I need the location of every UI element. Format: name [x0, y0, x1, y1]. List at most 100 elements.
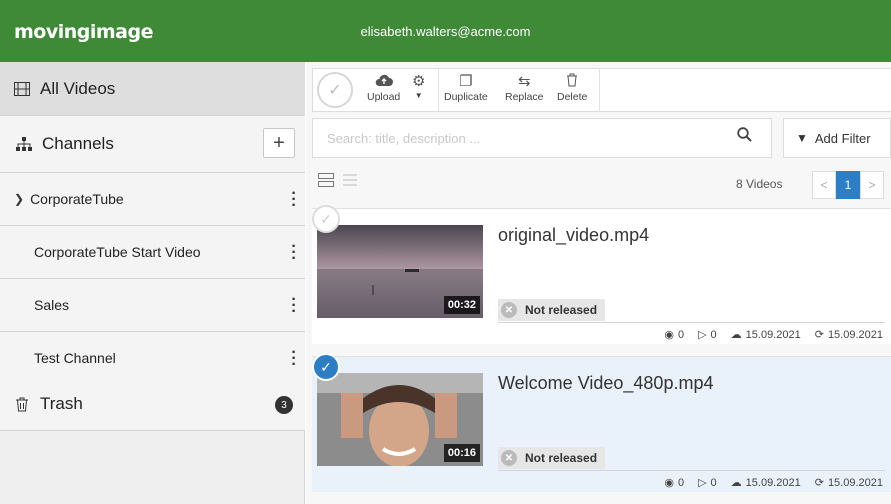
- uploaded-stat: ☁ 15.09.2021: [730, 476, 801, 490]
- upload-button[interactable]: Upload: [367, 73, 400, 103]
- toolbar-divider: [438, 69, 439, 111]
- prev-page-button[interactable]: <: [812, 171, 836, 199]
- list-toolbar: 8 Videos < 1 >: [312, 168, 891, 200]
- delete-label: Delete: [557, 91, 588, 103]
- views-stat: ◉ 0: [664, 328, 685, 342]
- settings-dropdown-button[interactable]: ⚙ ▼: [412, 73, 425, 100]
- video-duration: 00:16: [443, 444, 480, 462]
- status-icon: ✕: [501, 302, 517, 318]
- search-row: ▼ Add Filter: [312, 118, 891, 158]
- add-filter-button[interactable]: ▼ Add Filter: [783, 118, 891, 158]
- sidebar-item-label: CorporateTube Start Video: [34, 244, 201, 260]
- plays-count: 0: [710, 328, 717, 341]
- more-options-icon[interactable]: · · ·: [291, 186, 297, 214]
- video-card[interactable]: ✓ 00:16 Welcome Video_480p.mp4 ✕ Not rel…: [312, 353, 891, 492]
- replace-button[interactable]: ⇆ Replace: [505, 73, 544, 103]
- card-divider: [498, 470, 885, 471]
- modified-stat: ⟳ 15.09.2021: [814, 328, 883, 342]
- caret-down-icon: ▼: [414, 91, 423, 100]
- uploaded-date: 15.09.2021: [745, 328, 801, 341]
- sitemap-icon: [14, 137, 34, 151]
- sidebar-item-label: Test Channel: [34, 350, 116, 366]
- copy-icon: ❐: [459, 73, 473, 90]
- status-badge: ✕ Not released: [498, 447, 606, 469]
- top-bar: movingimage elisabeth.walters@acme.com: [0, 0, 891, 62]
- sidebar-channels-header: Channels +: [0, 116, 305, 173]
- duplicate-label: Duplicate: [444, 91, 488, 103]
- toolbar: ✓ Upload ⚙ ▼ ❐ Duplicate ⇆ Replace Delet…: [312, 68, 891, 112]
- add-channel-button[interactable]: +: [263, 128, 295, 158]
- uploaded-stat: ☁ 15.09.2021: [730, 328, 801, 342]
- chevron-right-icon[interactable]: ❯: [14, 192, 24, 206]
- add-filter-label: Add Filter: [814, 130, 871, 146]
- sidebar: All Videos Channels + ❯ CorporateTube · ·…: [0, 62, 305, 504]
- sidebar-item-corporatetube[interactable]: ❯ CorporateTube · · ·: [0, 173, 305, 226]
- video-thumbnail[interactable]: 00:16: [317, 373, 483, 466]
- pagination: < 1 >: [812, 171, 884, 199]
- video-select-checkbox[interactable]: ✓: [312, 353, 340, 381]
- replace-icon: ⇆: [517, 73, 531, 90]
- cloud-upload-icon: ☁: [730, 477, 742, 489]
- sidebar-item-label: Trash: [40, 394, 83, 413]
- video-count: 8 Videos: [736, 177, 783, 191]
- video-card[interactable]: ✓ 00:32 original_video.mp4 ✕ Not release…: [312, 205, 891, 344]
- more-options-icon[interactable]: · · ·: [291, 292, 297, 320]
- channels-label: Channels: [42, 134, 114, 153]
- list-view-icon[interactable]: [342, 172, 358, 192]
- sidebar-item-corporatetube-start-video[interactable]: CorporateTube Start Video · · ·: [0, 226, 305, 279]
- more-options-icon[interactable]: · · ·: [291, 239, 297, 267]
- replace-label: Replace: [505, 91, 544, 103]
- user-email[interactable]: elisabeth.walters@acme.com: [0, 24, 891, 39]
- video-stats: ◉ 0 ▷ 0 ☁ 15.09.2021 ⟳ 15.09.2021: [664, 476, 883, 490]
- search-input[interactable]: [312, 118, 772, 158]
- page-button[interactable]: 1: [836, 171, 860, 199]
- main-content: ✓ Upload ⚙ ▼ ❐ Duplicate ⇆ Replace Delet…: [306, 62, 891, 504]
- views-count: 0: [677, 328, 685, 341]
- sidebar-item-sales[interactable]: Sales · · ·: [0, 279, 305, 332]
- refresh-icon: ⟳: [814, 477, 824, 489]
- film-icon: [12, 81, 32, 96]
- toolbar-divider: [599, 69, 600, 111]
- sidebar-item-all-videos[interactable]: All Videos: [0, 62, 305, 116]
- trash-icon: [12, 397, 32, 412]
- plays-stat: ▷ 0: [698, 476, 717, 490]
- sidebar-item-trash[interactable]: Trash 3: [0, 378, 305, 431]
- card-divider: [498, 322, 885, 323]
- play-icon: ▷: [698, 477, 707, 489]
- video-duration: 00:32: [443, 296, 480, 314]
- select-all-checkbox[interactable]: ✓: [317, 72, 353, 108]
- play-icon: ▷: [698, 329, 707, 341]
- upload-label: Upload: [367, 91, 401, 103]
- plays-stat: ▷ 0: [698, 328, 717, 342]
- modified-stat: ⟳ 15.09.2021: [814, 476, 883, 490]
- delete-button[interactable]: Delete: [557, 73, 587, 103]
- sidebar-item-label: CorporateTube: [30, 191, 124, 207]
- refresh-icon: ⟳: [814, 329, 824, 341]
- plays-count: 0: [710, 476, 717, 489]
- filter-icon: ▼: [796, 131, 808, 145]
- video-title[interactable]: original_video.mp4: [498, 225, 649, 246]
- duplicate-button[interactable]: ❐ Duplicate: [444, 73, 488, 103]
- views-count: 0: [677, 476, 685, 489]
- eye-icon: ◉: [664, 329, 674, 341]
- eye-icon: ◉: [664, 477, 674, 489]
- cloud-upload-icon: ☁: [730, 329, 742, 341]
- video-stats: ◉ 0 ▷ 0 ☁ 15.09.2021 ⟳ 15.09.2021: [664, 328, 883, 342]
- next-page-button[interactable]: >: [860, 171, 884, 199]
- modified-date: 15.09.2021: [827, 476, 883, 489]
- gear-icon: ⚙: [412, 73, 426, 90]
- uploaded-date: 15.09.2021: [745, 476, 801, 489]
- status-label: Not released: [525, 451, 598, 465]
- sidebar-item-label: All Videos: [40, 78, 116, 98]
- video-title[interactable]: Welcome Video_480p.mp4: [498, 373, 713, 394]
- more-options-icon[interactable]: · · ·: [291, 345, 297, 373]
- grid-view-icon[interactable]: [318, 172, 334, 192]
- search-icon[interactable]: [737, 127, 752, 147]
- views-stat: ◉ 0: [664, 476, 685, 490]
- trash-icon: [566, 73, 578, 91]
- video-thumbnail[interactable]: 00:32: [317, 225, 483, 318]
- sidebar-item-label: Sales: [34, 297, 70, 313]
- trash-count-badge: 3: [275, 396, 293, 414]
- status-label: Not released: [525, 303, 598, 317]
- video-select-checkbox[interactable]: ✓: [312, 205, 340, 233]
